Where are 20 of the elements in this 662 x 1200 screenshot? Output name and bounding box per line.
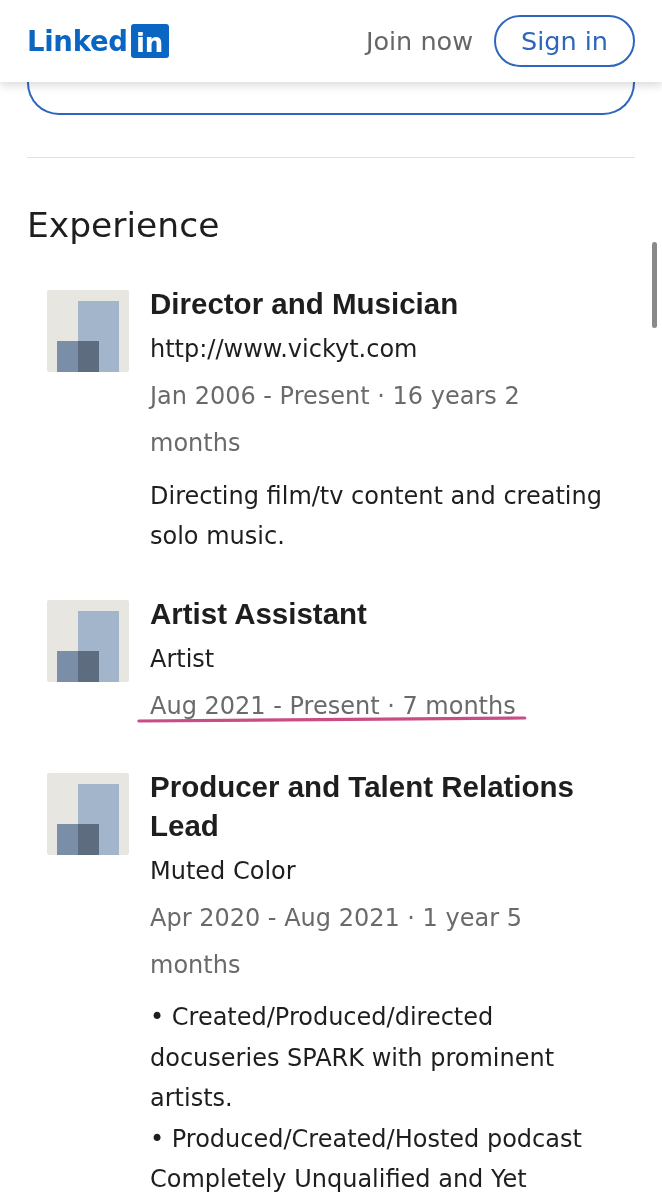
date-range: Jan 2006 - Present · 16 years 2 months xyxy=(150,382,520,457)
placeholder-logo-icon xyxy=(47,290,129,372)
job-title: Artist Assistant xyxy=(150,595,367,632)
job-title: Director and Musician xyxy=(150,286,459,322)
date-range: Apr 2020 - Aug 2021 · 1 year 5 months xyxy=(150,903,522,979)
company-name: http://www.vickyt.com xyxy=(150,334,418,365)
job-description: • Created/Produced/directed docuseries SPARK with prominent artists. xyxy=(150,1002,556,1114)
placeholder-logo-icon xyxy=(47,772,129,855)
logo-link[interactable]: Linked in xyxy=(27,23,169,58)
date-range: Aug 2021 - Present · 7 months xyxy=(150,691,516,720)
join-now-link[interactable]: Join now xyxy=(365,26,473,56)
job-description: • Produced/Created/Hosted podcast Completely Unqualified and Yet xyxy=(150,1123,583,1195)
scrollbar[interactable] xyxy=(652,242,657,328)
job-title: Producer and Talent Relations Lead xyxy=(150,768,575,844)
placeholder-logo-icon xyxy=(47,599,129,682)
job-description: Directing film/tv content and creating solo music. xyxy=(150,480,603,552)
sign-in-button[interactable]: Sign in xyxy=(494,15,635,67)
section-heading: Experience xyxy=(27,204,221,247)
company-name: Muted Color xyxy=(150,855,296,887)
company-name: Artist xyxy=(150,643,215,675)
